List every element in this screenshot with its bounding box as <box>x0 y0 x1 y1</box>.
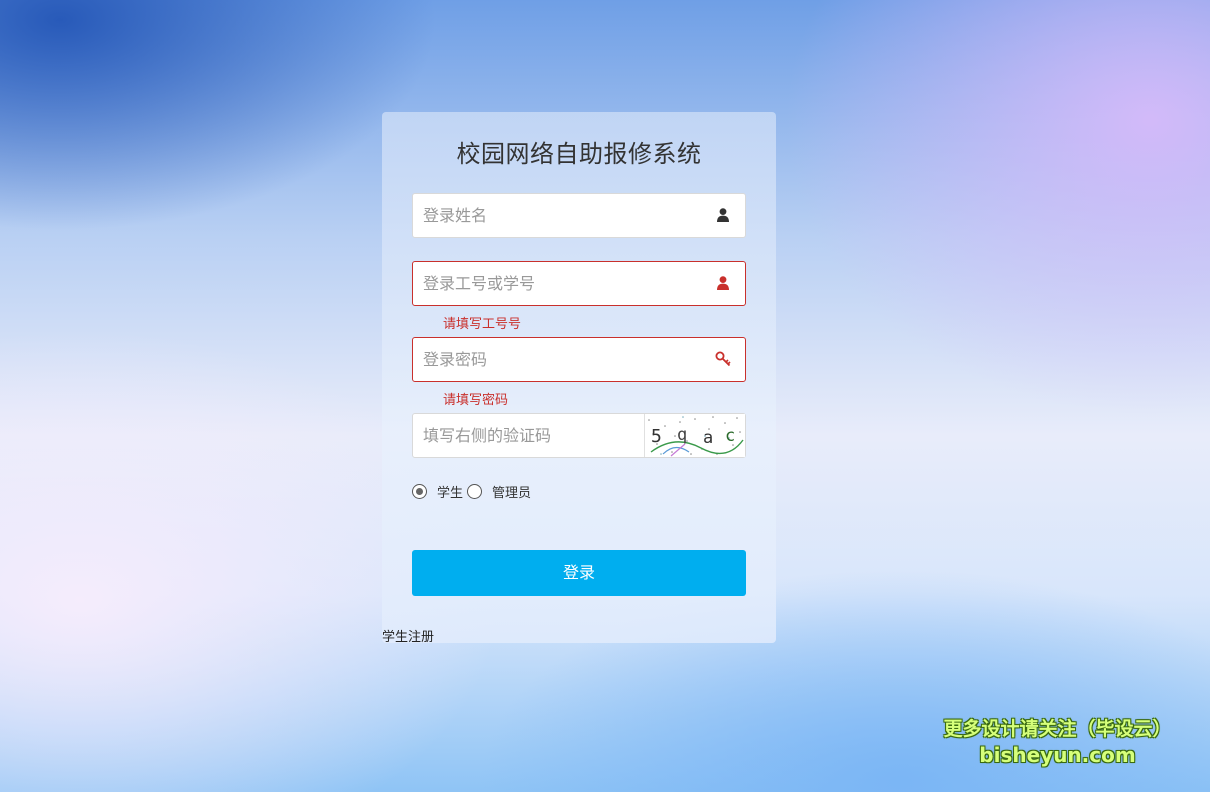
password-field[interactable] <box>412 337 746 382</box>
captcha-char: a <box>703 428 714 448</box>
id-field[interactable] <box>412 261 746 306</box>
captcha-char: c <box>725 426 736 446</box>
captcha-image[interactable]: 5 q a c <box>644 414 745 457</box>
id-input[interactable] <box>413 262 703 305</box>
watermark-line-2: bisheyun.com <box>979 743 1136 767</box>
login-button[interactable]: 登录 <box>412 550 746 596</box>
login-panel: 校园网络自助报修系统 请填写工号号 <box>382 112 776 645</box>
name-field[interactable] <box>412 193 746 238</box>
password-input[interactable] <box>413 338 703 381</box>
role-selector: 学生 管理员 <box>412 482 535 501</box>
user-icon <box>715 207 731 223</box>
password-error-message: 请填写密码 <box>443 393 509 408</box>
captcha-input[interactable] <box>413 414 645 457</box>
watermark-line-1: 更多设计请关注（毕设云） <box>943 718 1172 740</box>
id-error-message: 请填写工号号 <box>443 317 522 332</box>
role-radio-student[interactable] <box>412 483 427 499</box>
page-title: 校园网络自助报修系统 <box>456 140 702 168</box>
captcha-char: 5 <box>651 426 662 447</box>
captcha-char: q <box>677 425 688 445</box>
key-icon <box>715 351 731 367</box>
captcha-field[interactable]: 5 q a c <box>412 413 746 458</box>
role-label-student: 学生 <box>437 485 464 501</box>
student-register-link[interactable]: 学生注册 <box>382 626 434 645</box>
name-input[interactable] <box>413 194 703 237</box>
role-radio-admin[interactable] <box>467 483 483 499</box>
watermark: 更多设计请关注（毕设云） bisheyun.com <box>925 716 1190 768</box>
role-label-admin: 管理员 <box>492 485 532 501</box>
user-icon <box>715 275 731 291</box>
